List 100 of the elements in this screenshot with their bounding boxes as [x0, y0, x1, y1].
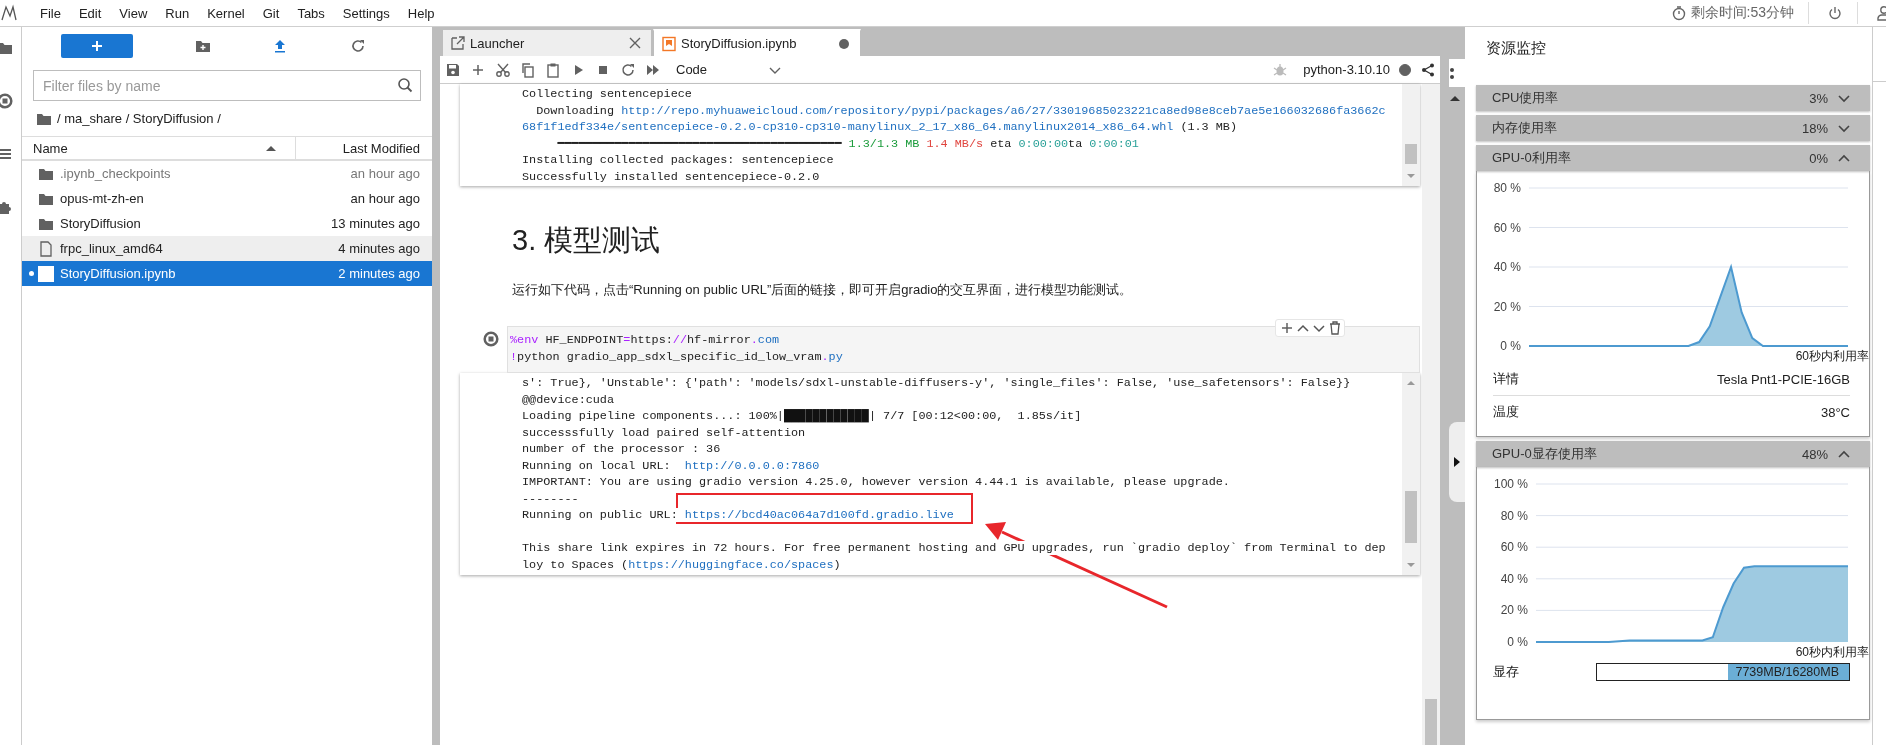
file-icon — [38, 240, 54, 257]
tick-label: 0 % — [1507, 635, 1528, 649]
memory-reading: 7739MB/16280MB — [1735, 664, 1839, 680]
tick-label: 0 % — [1500, 339, 1521, 353]
new-launcher-button[interactable] — [61, 34, 133, 58]
tick-label: 80 % — [1493, 181, 1521, 195]
scissors-icon[interactable] — [495, 61, 511, 78]
share-icon[interactable] — [1420, 61, 1436, 78]
file-name: .ipynb_checkpoints — [60, 166, 172, 181]
new-folder-icon[interactable] — [194, 38, 211, 54]
menu-item[interactable]: Tabs — [288, 5, 334, 21]
delete-icon[interactable] — [1327, 320, 1341, 336]
search-icon — [397, 77, 413, 93]
restart-icon[interactable] — [620, 61, 636, 78]
tick-label: 20 % — [1493, 299, 1521, 314]
external-link-icon — [450, 35, 466, 51]
output-text: ) — [833, 557, 841, 572]
plus-icon — [89, 38, 105, 54]
file-row[interactable]: opus-mt-zh-en an hour ago — [22, 186, 432, 211]
tab[interactable]: Launcher — [442, 29, 652, 56]
detail-value: 38°C — [1820, 404, 1850, 420]
modified-time: an hour ago — [350, 166, 421, 181]
detail-label: 详情 — [1493, 370, 1519, 388]
detail-value: Tesla Pnt1-PCIE-16GB — [1717, 371, 1850, 387]
puzzle-icon[interactable] — [0, 199, 13, 215]
memory-label: 显存 — [1493, 663, 1520, 681]
dots-icon — [1449, 66, 1455, 80]
scroll-thumb[interactable] — [1425, 699, 1437, 745]
scroll-thumb[interactable] — [1405, 144, 1417, 164]
panel-title: 资源监控 — [1485, 38, 1547, 58]
scrollbar[interactable] — [1402, 373, 1420, 575]
file-name: StoryDiffusion — [60, 216, 142, 231]
file-row[interactable]: frpc_linux_amd64 4 minutes ago — [22, 236, 432, 261]
section-heading: 3. 模型测试 — [512, 223, 662, 258]
menu-item[interactable]: Run — [156, 5, 199, 21]
tick-label: 20 % — [1500, 603, 1528, 618]
tick-label: 40 % — [1493, 260, 1521, 274]
link[interactable]: 68f1f1edf334e/sentencepiece-0.2.0-cp310-cp310-manylinux_2_17_x86_64.manylinux2014_x86_64.whl — [522, 120, 1174, 134]
modified-time: 4 minutes ago — [338, 241, 421, 256]
expand-right-icon — [1452, 456, 1462, 468]
filter-field[interactable]: Filter files by name — [33, 70, 421, 101]
list-icon[interactable] — [0, 146, 13, 162]
section-header[interactable]: 内存使用率 18% — [1476, 115, 1870, 141]
tick-label: 80 % — [1500, 508, 1528, 523]
instruction-text: 运行如下代码，点击“Running on public URL”后面的链接，即可开启gradio的交互界面，进行模型功能测试。 — [512, 281, 1134, 299]
section-header[interactable]: CPU使用率 3% — [1476, 85, 1870, 111]
section-header[interactable]: GPU-0利用率 0% — [1476, 145, 1870, 171]
kernel-name[interactable]: python-3.10.10 — [1303, 62, 1390, 77]
column-header[interactable]: Last Modified — [296, 137, 432, 159]
menu-item[interactable]: Edit — [69, 5, 111, 21]
close-icon[interactable] — [627, 35, 643, 51]
stopwatch-icon — [1670, 5, 1687, 21]
link[interactable]: http://0.0.0.0:7860 — [684, 458, 820, 473]
link[interactable]: https://huggingface.co/spaces — [628, 557, 834, 572]
menu-item[interactable]: View — [110, 5, 157, 21]
scroll-thumb[interactable] — [1405, 491, 1417, 543]
logo-icon — [1, 4, 17, 22]
detail-label: 温度 — [1493, 403, 1519, 421]
file-name: opus-mt-zh-en — [60, 191, 145, 206]
column-header[interactable]: Name — [22, 137, 296, 159]
output-text: loy to Spaces ( — [522, 557, 629, 572]
link[interactable]: https://bcd40ac064a7d100fd.gradio.live — [684, 508, 954, 522]
paste-icon[interactable] — [545, 61, 561, 78]
file-name: frpc_linux_amd64 — [60, 241, 164, 256]
menu-item[interactable]: File — [31, 5, 70, 21]
output-line: ━━━━━━━━━━━━━━━━━━━━━━━━━━━━━━━━━━━━━━━━ 1.3/1.3 MB 1.4 MB/s eta 0:00:00ta 0:00:01 — [522, 135, 1139, 152]
collapse-handle[interactable] — [1449, 422, 1465, 502]
refresh-icon[interactable] — [349, 38, 366, 54]
modified-time: an hour ago — [350, 191, 421, 206]
breadcrumb[interactable]: / ma_share / StoryDiffusion / — [57, 111, 221, 126]
file-row[interactable]: StoryDiffusion 13 minutes ago — [22, 211, 432, 236]
tick-label: 60 % — [1500, 540, 1528, 555]
collapse-up-icon[interactable] — [1449, 93, 1461, 103]
remaining-time: 剩余时间:53分钟 — [1690, 4, 1794, 22]
section-header[interactable]: GPU-0显存使用率 48% — [1476, 441, 1870, 467]
file-row[interactable]: StoryDiffusion.ipynb 2 minutes ago — [22, 261, 432, 286]
tab[interactable]: StoryDiffusion.ipynb — [653, 29, 861, 56]
scrollbar[interactable] — [1402, 84, 1420, 186]
file-row[interactable]: .ipynb_checkpoints an hour ago — [22, 161, 432, 186]
panel-tab[interactable] — [1449, 59, 1465, 87]
power-icon[interactable] — [1827, 5, 1843, 21]
menu-item[interactable]: Git — [253, 5, 289, 21]
chart-caption: 60秒内利用率 — [1794, 349, 1869, 363]
scrollbar[interactable] — [1422, 84, 1440, 745]
link[interactable]: http://repo.myhuaweicloud.com/repository/pypi/packages/a6/27/33019685023221ca8ed98e8ceb7ae5e166032686fa3662c — [621, 103, 1386, 118]
code-editor[interactable]: %env HF_ENDPOINT=https://hf-mirror.com !python gradio_app_sdxl_specific_id_low_vram.py — [507, 326, 1420, 373]
modified-time: 13 minutes ago — [331, 216, 421, 231]
chart-caption: 60秒内利用率 — [1794, 645, 1869, 659]
menu-item[interactable]: Help — [398, 5, 444, 21]
modified-time: 2 minutes ago — [338, 266, 421, 281]
file-name: StoryDiffusion.ipynb — [60, 266, 177, 281]
save-icon[interactable] — [445, 61, 461, 78]
tick-label: 100 % — [1493, 477, 1528, 491]
tick-label: 60 % — [1493, 220, 1521, 235]
cell-type-select[interactable]: Code — [676, 61, 784, 78]
add-icon[interactable] — [1279, 320, 1293, 336]
menu-item[interactable]: Kernel — [198, 5, 254, 21]
folder-icon[interactable] — [0, 40, 13, 56]
menu-item[interactable]: Settings — [333, 5, 399, 21]
copy-icon[interactable] — [520, 61, 536, 78]
